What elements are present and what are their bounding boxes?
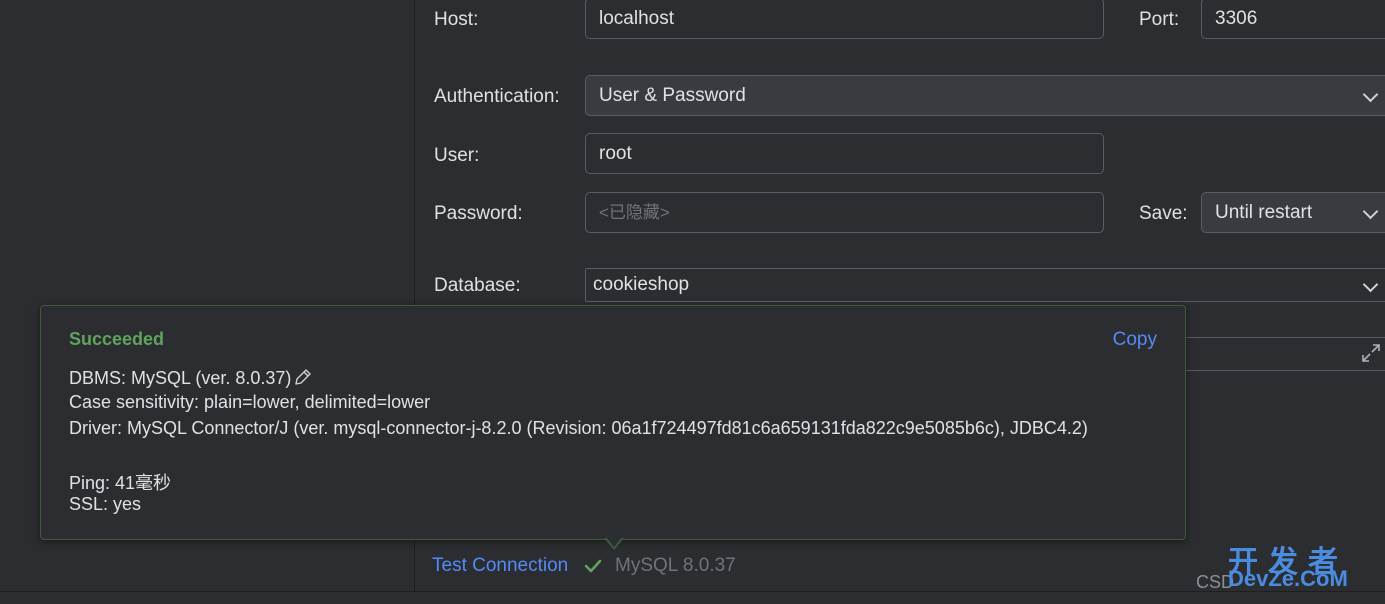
driver-line: Driver: MySQL Connector/J (ver. mysql-co… [69,418,1088,438]
password-label: Password: [434,203,523,224]
save-label: Save: [1139,203,1188,224]
database-value: cookieshop [593,274,690,295]
authentication-value: User & Password [599,85,746,106]
copy-button[interactable]: Copy [1113,329,1157,351]
dbms-line: DBMS: MySQL (ver. 8.0.37) [69,367,313,389]
host-label: Host: [434,9,479,30]
ping-line: Ping: 41毫秒 [69,473,172,493]
port-input[interactable]: 3306 [1201,0,1385,39]
dbms-text: DBMS: MySQL (ver. 8.0.37) [69,368,292,388]
save-dropdown[interactable]: Until restart [1201,192,1385,233]
pencil-icon[interactable] [293,367,313,387]
host-input[interactable]: localhost [585,0,1104,39]
bottom-strip [0,591,1385,604]
user-input[interactable]: root [585,133,1104,174]
watermark-devze: DevZe.CoM [1228,566,1348,591]
connection-status-text: MySQL 8.0.37 [615,555,736,576]
database-label: Database: [434,275,521,296]
ssl-line: SSL: yes [69,494,142,514]
result-title: Succeeded [69,329,165,349]
port-label: Port: [1139,9,1180,30]
checkmark-icon [584,559,602,573]
save-value: Until restart [1215,202,1313,223]
expand-icon[interactable] [1360,342,1382,364]
test-connection-result-popup: Succeeded Copy DBMS: MySQL (ver. 8.0.37)… [40,305,1186,540]
database-input[interactable]: cookieshop [585,268,1385,302]
case-sensitivity-line: Case sensitivity: plain=lower, delimited… [69,392,431,412]
authentication-dropdown[interactable]: User & Password [585,75,1385,116]
user-label: User: [434,145,480,166]
authentication-label: Authentication: [434,86,560,107]
test-connection-link[interactable]: Test Connection [432,555,568,577]
password-input[interactable]: <已隐藏> [585,192,1104,233]
popup-pointer-inner [606,537,622,547]
